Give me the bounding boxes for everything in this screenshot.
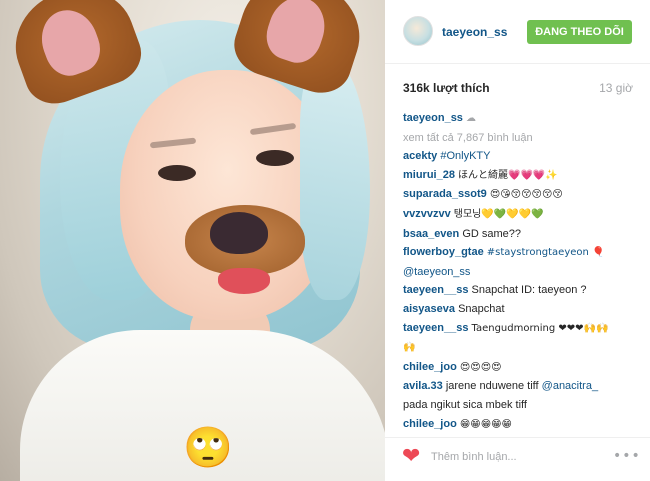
list-item: flowerboy_gtae #staystrongtaeyeon 🎈 xyxy=(403,243,643,263)
list-item: taeyeen__ss Taengudmorning ❤❤❤🙌🙌 xyxy=(403,319,643,339)
comment-username[interactable]: aisyaseva xyxy=(403,303,455,315)
comment-text: 😍😍😍😍 xyxy=(459,361,502,373)
comment-text: 🙌 xyxy=(403,342,416,354)
eye-roll-emoji-sticker: 🙄 xyxy=(183,425,233,471)
post-timestamp[interactable]: 13 giờ xyxy=(599,81,633,95)
comment-text: 😍😘😚😚😚😚😚 xyxy=(489,189,563,201)
post-photo[interactable]: 🙄 xyxy=(0,0,385,481)
photo-lips xyxy=(218,268,270,294)
comment-text: pada ngikut sica mbek tiff xyxy=(403,398,527,411)
photo-hair-right xyxy=(300,60,370,300)
comment-text: ほんと綺麗💗💗💗✨ xyxy=(458,169,558,181)
caption-username[interactable]: taeyeon_ss xyxy=(403,112,463,124)
list-item: bsaa_even GD same?? xyxy=(403,225,643,244)
comment-hashtag[interactable]: #OnlyKTY xyxy=(440,150,490,162)
comment-username[interactable]: flowerboy_gtae xyxy=(403,246,484,258)
comment-username[interactable]: taeyeen__ss xyxy=(403,284,468,296)
comment-username[interactable]: bsaa_even xyxy=(403,228,459,240)
list-item: miurui_28 ほんと綺麗💗💗💗✨ xyxy=(403,166,643,186)
comment-username[interactable]: taeyeen__ss xyxy=(403,322,468,334)
post-details-panel: taeyeon_ss ĐANG THEO DÕI 316k lượt thích… xyxy=(385,0,650,481)
comment-username[interactable]: avila.33 xyxy=(403,380,443,392)
comment-username[interactable]: miurui_28 xyxy=(403,169,455,181)
following-button[interactable]: ĐANG THEO DÕI xyxy=(527,20,632,44)
heart-icon[interactable]: ❤ xyxy=(402,446,420,468)
list-item: vvzvvzvv 탱모닝💛💚💛💛💚 xyxy=(403,205,643,225)
avatar[interactable] xyxy=(403,16,433,46)
list-item-continued: @taeyeon_ss xyxy=(403,263,643,282)
view-all-comments-link[interactable]: xem tất cả 7,867 bình luận xyxy=(403,132,533,144)
comment-text: jarene nduwene tiff xyxy=(445,380,539,393)
post-header: taeyeon_ss ĐANG THEO DÕI xyxy=(385,0,650,64)
comment-username[interactable]: chilee_joo xyxy=(403,418,457,430)
caption: taeyeon_ss ☁ xyxy=(403,109,643,129)
comment-username[interactable]: suparada_ssot9 xyxy=(403,188,487,200)
comment-text: Snapchat xyxy=(458,302,505,315)
post-author-username[interactable]: taeyeon_ss xyxy=(442,25,507,39)
list-item: chilee_joo 😍😍😍😍 xyxy=(403,358,643,378)
cloud-icon: ☁ xyxy=(466,113,476,124)
comment-text: GD same?? xyxy=(462,227,522,240)
list-item-continued: pada ngikut sica mbek tiff xyxy=(403,396,643,415)
comment-text: 😁😁😁😁😁 xyxy=(459,418,512,430)
dog-nose-sticker xyxy=(210,212,268,254)
comment-text: Taengudmorning ❤❤❤🙌🙌 xyxy=(471,322,609,334)
list-item-continued: 🙌 xyxy=(403,338,643,358)
comment-text: 탱모닝💛💚💛💛💚 xyxy=(453,208,544,220)
comment-username[interactable]: vvzvvzvv xyxy=(403,208,451,220)
comment-username[interactable]: acekty xyxy=(403,150,437,162)
list-item: taeyeen__ss Snapchat ID: taeyeon ? xyxy=(403,281,643,300)
more-options-icon[interactable]: ••• xyxy=(613,448,641,464)
comment-text: Snapchat ID: taeyeon ? xyxy=(471,284,587,297)
photo-eye-right xyxy=(256,150,294,166)
list-item: chilee_joo 😁😁😁😁😁 xyxy=(403,415,643,435)
list-item: avila.33 jarene nduwene tiff @anacitra_ xyxy=(403,377,643,396)
post-stats: 316k lượt thích 13 giờ xyxy=(403,81,633,95)
list-item: suparada_ssot9 😍😘😚😚😚😚😚 xyxy=(403,185,643,205)
comment-list: taeyeon_ss ☁ xem tất cả 7,867 bình luận … xyxy=(403,109,643,434)
list-item: aisyaseva Snapchat xyxy=(403,300,643,319)
photo-eye-left xyxy=(158,165,196,181)
add-comment-input[interactable] xyxy=(431,447,601,467)
comment-hashtag[interactable]: #staystrongtaeyeon 🎈 xyxy=(487,247,605,258)
list-item: acekty #OnlyKTY xyxy=(403,147,643,166)
comment-bar: ❤ ••• xyxy=(385,437,650,481)
like-count[interactable]: 316k lượt thích xyxy=(403,81,490,95)
view-all-comments: xem tất cả 7,867 bình luận xyxy=(403,129,643,148)
comment-mention[interactable]: @taeyeon_ss xyxy=(403,266,470,278)
comment-username[interactable]: chilee_joo xyxy=(403,361,457,373)
comment-mention[interactable]: @anacitra_ xyxy=(542,380,598,392)
